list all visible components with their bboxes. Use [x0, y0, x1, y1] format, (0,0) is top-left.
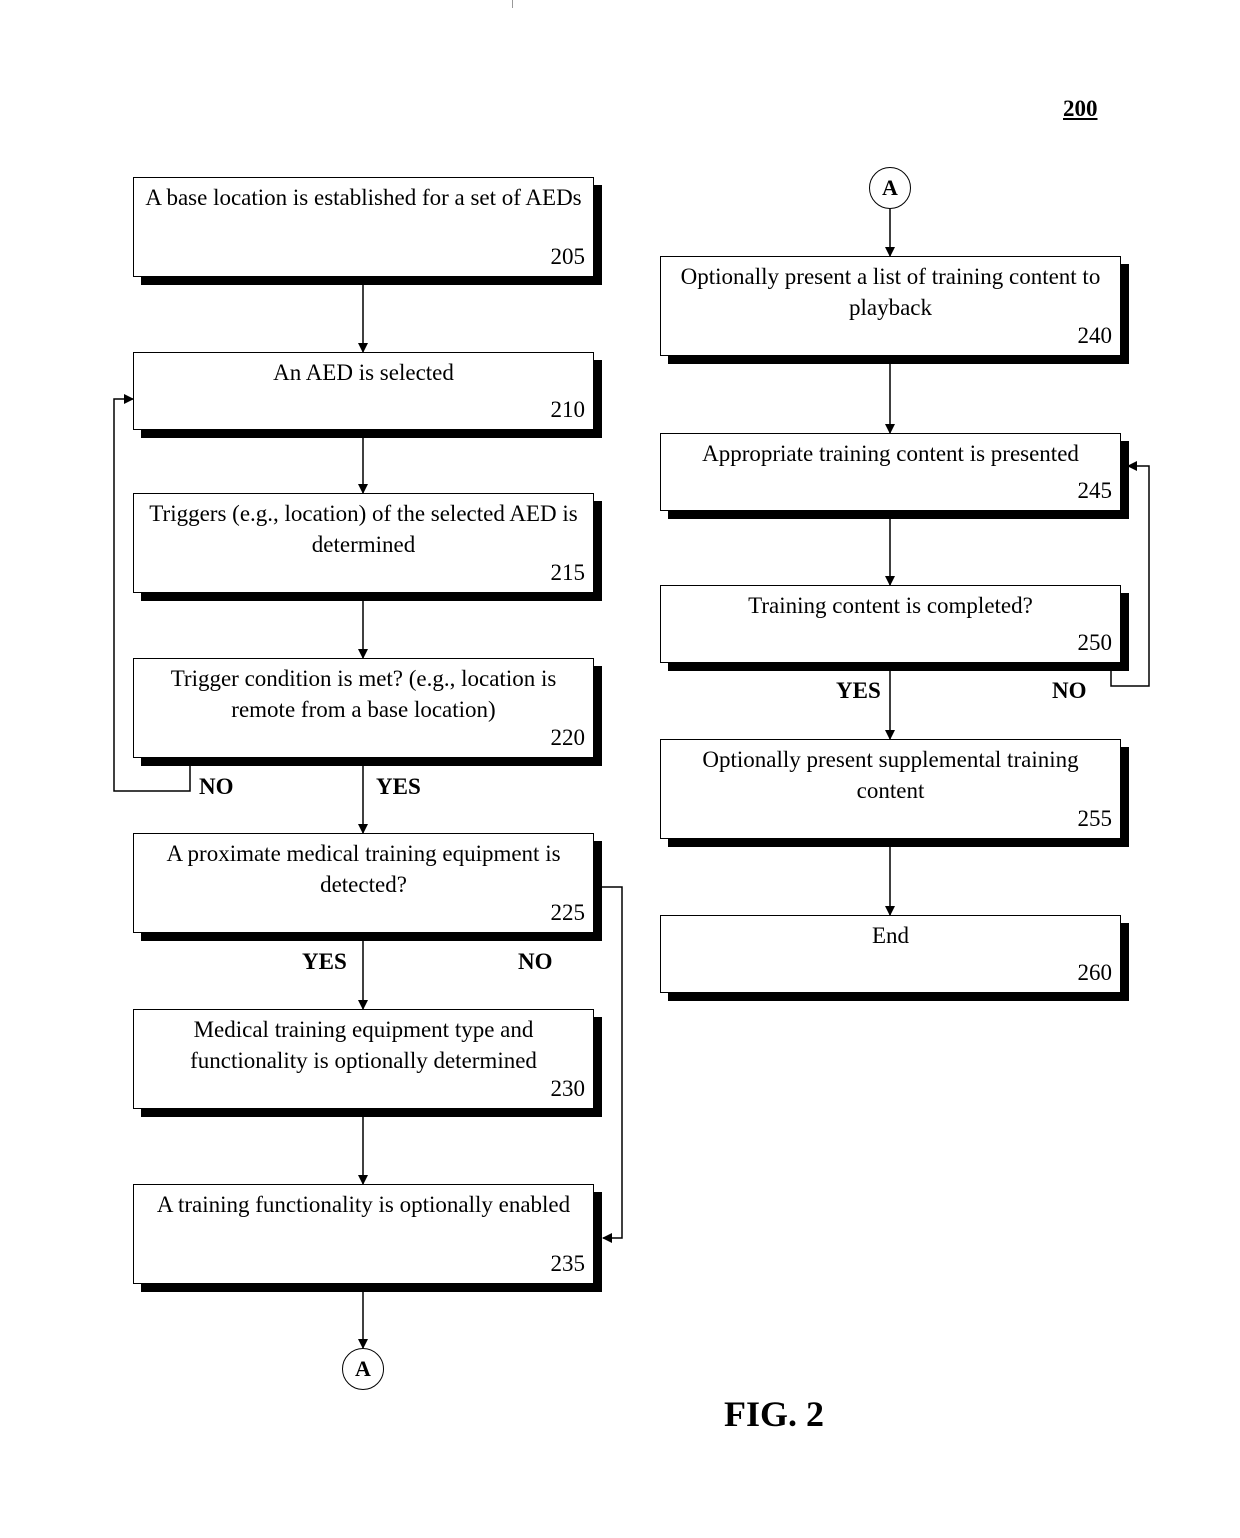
- arrow-225-235-no: [601, 886, 623, 1243]
- figure-caption: FIG. 2: [724, 1394, 825, 1434]
- step-240-number: 240: [1077, 323, 1113, 348]
- branch-220-no-label: NO: [199, 774, 234, 799]
- branch-225-yes-label: YES: [302, 949, 347, 974]
- branch-250-no-label: NO: [1052, 678, 1087, 703]
- step-205-text: A base location is established for a set…: [145, 185, 582, 210]
- step-260-text: End: [871, 923, 910, 948]
- decision-225: A proximate medical training equipment i…: [133, 833, 594, 933]
- step-255-text: Optionally present supplemental training…: [702, 747, 1079, 803]
- decision-220-number: 220: [550, 725, 586, 750]
- off-page-connector-in: A: [869, 167, 911, 209]
- step-245: Appropriate training content is presente…: [660, 433, 1121, 511]
- step-260: End 260: [660, 915, 1121, 993]
- step-235: A training functionality is optionally e…: [133, 1184, 594, 1284]
- decision-225-text: A proximate medical training equipment i…: [166, 841, 561, 897]
- step-210: An AED is selected 210: [133, 352, 594, 430]
- step-260-number: 260: [1077, 960, 1113, 985]
- step-240: Optionally present a list of training co…: [660, 256, 1121, 356]
- decision-250-text: Training content is completed?: [748, 593, 1033, 618]
- step-235-number: 235: [550, 1251, 586, 1276]
- step-215: Triggers (e.g., location) of the selecte…: [133, 493, 594, 593]
- step-235-text: A training functionality is optionally e…: [156, 1192, 571, 1217]
- step-240-text: Optionally present a list of training co…: [680, 264, 1101, 320]
- decision-220-text: Trigger condition is met? (e.g., locatio…: [170, 666, 557, 722]
- step-210-number: 210: [550, 397, 586, 422]
- step-230-text: Medical training equipment type and func…: [190, 1017, 537, 1073]
- step-230: Medical training equipment type and func…: [133, 1009, 594, 1109]
- step-215-number: 215: [550, 560, 586, 585]
- step-255: Optionally present supplemental training…: [660, 739, 1121, 839]
- step-230-number: 230: [550, 1076, 586, 1101]
- step-205: A base location is established for a set…: [133, 177, 594, 277]
- step-205-number: 205: [550, 244, 586, 269]
- decision-250: Training content is completed? 250: [660, 585, 1121, 663]
- step-245-text: Appropriate training content is presente…: [702, 441, 1079, 466]
- branch-250-yes-label: YES: [836, 678, 881, 703]
- step-210-text: An AED is selected: [273, 360, 454, 385]
- decision-220: Trigger condition is met? (e.g., locatio…: [133, 658, 594, 758]
- step-215-text: Triggers (e.g., location) of the selecte…: [149, 501, 578, 557]
- decision-225-number: 225: [550, 900, 586, 925]
- step-245-number: 245: [1077, 478, 1113, 503]
- off-page-connector-out: A: [342, 1348, 384, 1390]
- branch-220-yes-label: YES: [376, 774, 421, 799]
- figure-reference-number: 200: [1063, 96, 1098, 121]
- decision-250-number: 250: [1077, 630, 1113, 655]
- branch-225-no-label: NO: [518, 949, 553, 974]
- step-255-number: 255: [1077, 806, 1113, 831]
